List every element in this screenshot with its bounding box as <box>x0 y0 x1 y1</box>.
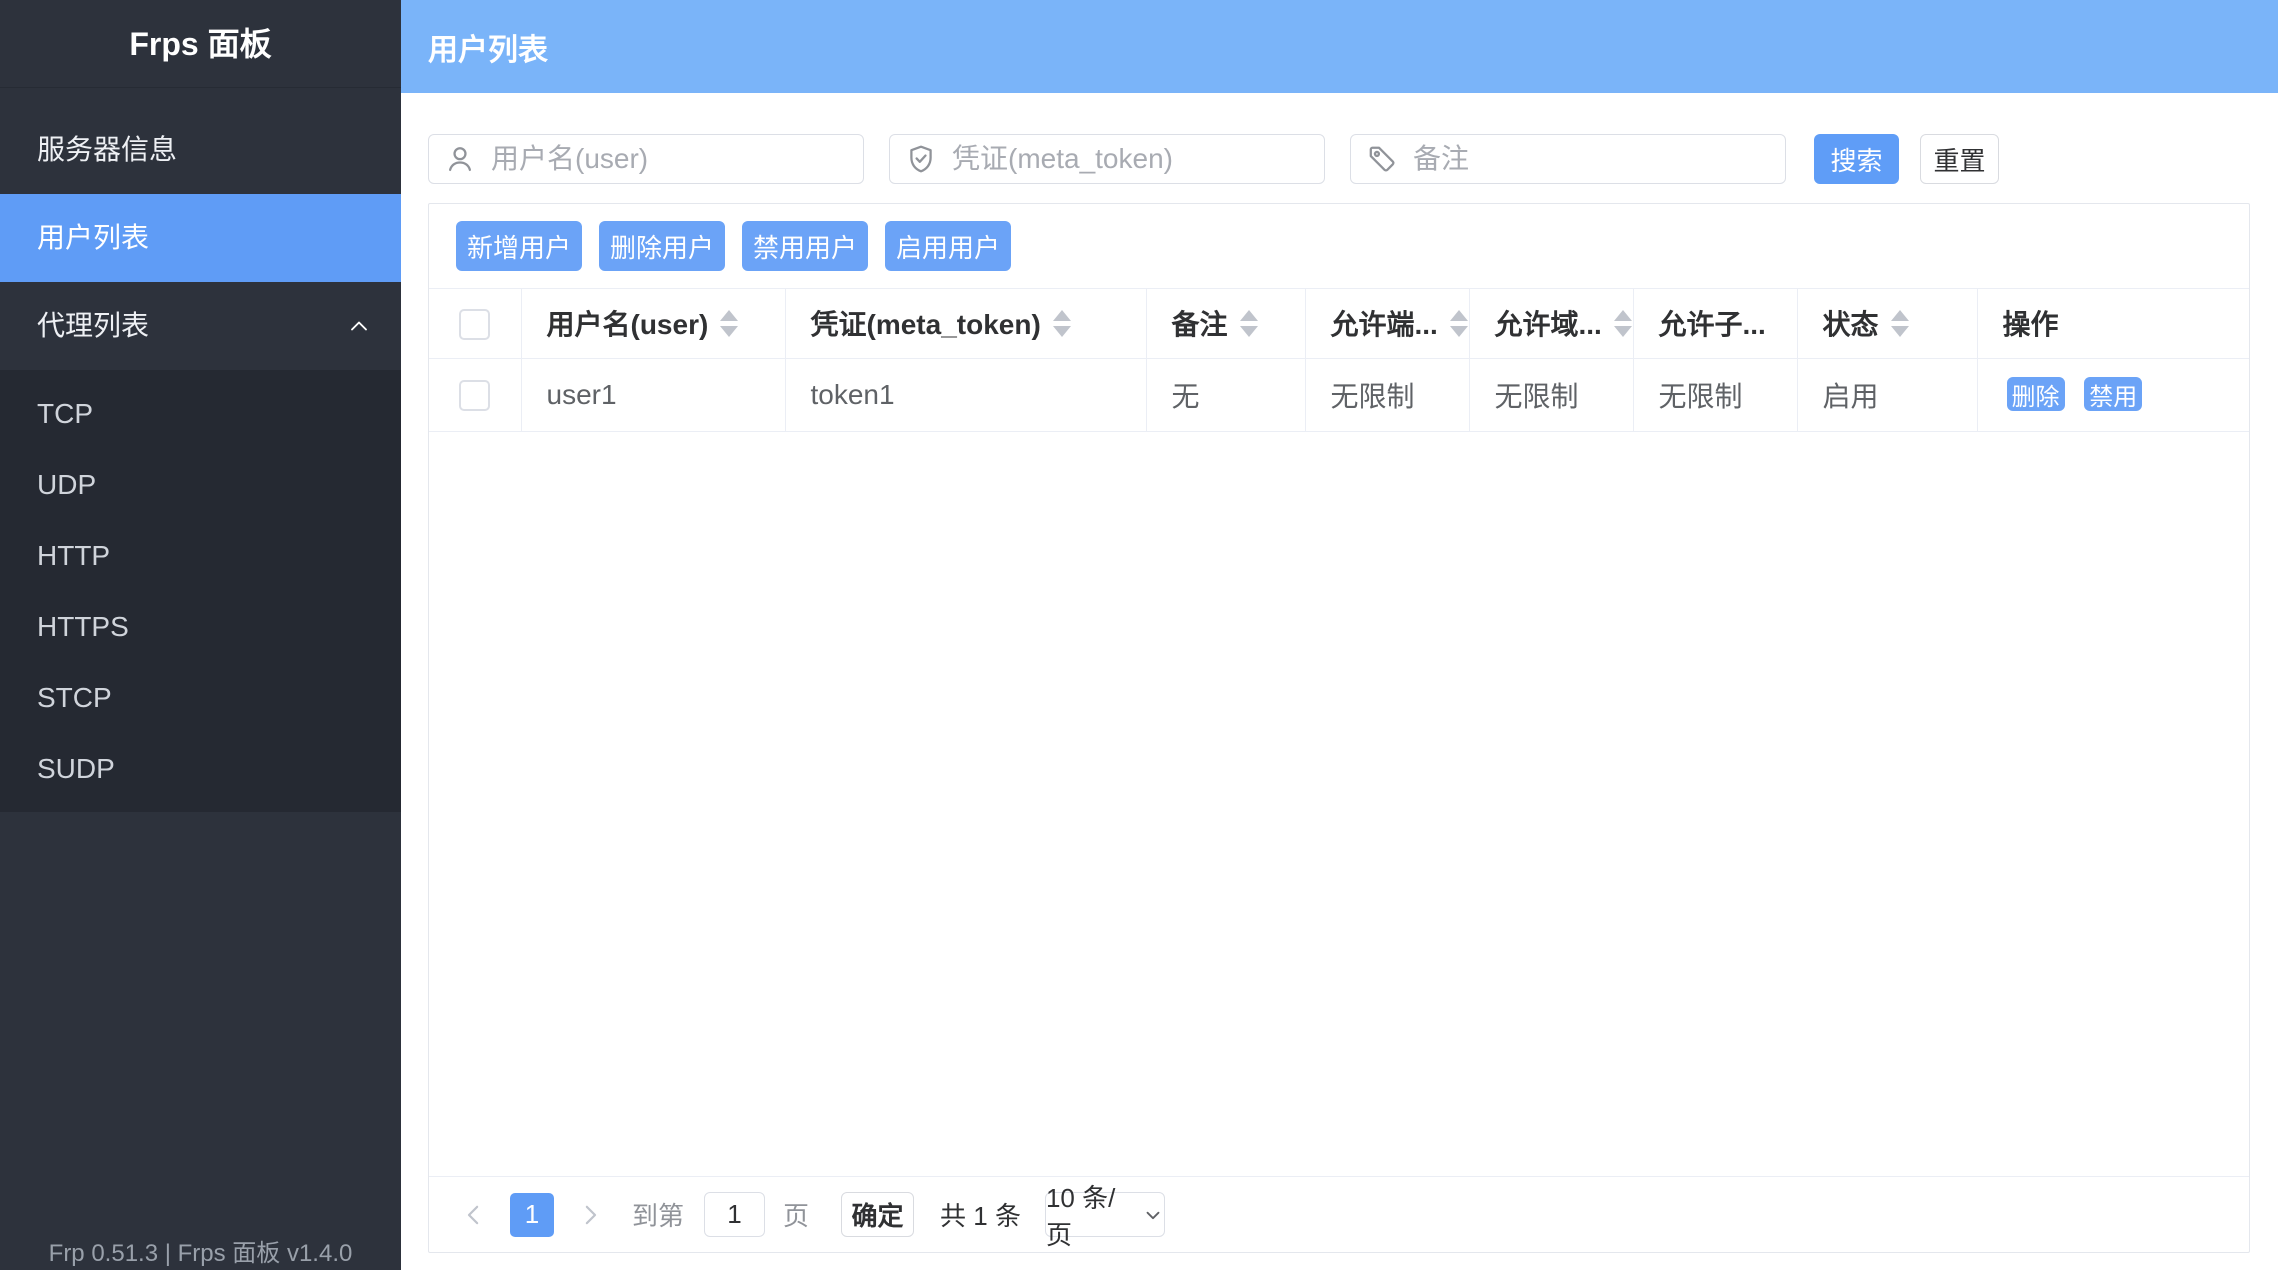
main-area: 用户列表 <box>401 0 2278 1270</box>
next-page-button[interactable] <box>572 1193 608 1237</box>
goto-page-label: 到第 <box>632 1196 684 1233</box>
row-disable-button[interactable]: 禁用 <box>2084 377 2142 411</box>
column-header-token[interactable]: 凭证(meta_token) <box>785 289 1146 358</box>
column-header-allowed-ports[interactable]: 允许端... <box>1305 289 1469 358</box>
sort-carets-icon[interactable] <box>1450 310 1468 337</box>
sort-carets-icon[interactable] <box>1614 310 1632 337</box>
sidebar-subitem-tcp[interactable]: TCP <box>0 378 401 449</box>
sort-carets-icon[interactable] <box>1891 310 1909 337</box>
sidebar-item-label: 用户列表 <box>37 222 149 253</box>
cell-token: token1 <box>785 358 1146 431</box>
app-title: Frps 面板 <box>0 0 401 88</box>
enable-user-button[interactable]: 启用用户 <box>885 221 1011 271</box>
page-title: 用户列表 <box>428 25 548 69</box>
users-table: 用户名(user) 凭证(meta_token) 备注 <box>429 289 2249 432</box>
page-1-button[interactable]: 1 <box>510 1193 554 1237</box>
page-number-input[interactable] <box>704 1192 765 1237</box>
cell-allowed-ports: 无限制 <box>1305 358 1469 431</box>
column-header-actions: 操作 <box>1977 289 2249 358</box>
sort-carets-icon[interactable] <box>720 310 738 337</box>
search-button[interactable]: 搜索 <box>1814 134 1899 184</box>
sidebar-subitem-stcp[interactable]: STCP <box>0 662 401 733</box>
sidebar-item-proxy-list[interactable]: 代理列表 <box>0 282 401 370</box>
column-header-user[interactable]: 用户名(user) <box>521 289 785 358</box>
column-header-status[interactable]: 状态 <box>1797 289 1977 358</box>
chevron-up-icon <box>345 282 373 370</box>
page-size-select[interactable]: 10 条/页 <box>1045 1192 1165 1237</box>
token-filter <box>889 134 1325 184</box>
user-icon <box>444 143 476 180</box>
select-all-checkbox[interactable] <box>459 309 490 340</box>
cell-allowed-subdomains: 无限制 <box>1633 358 1797 431</box>
user-list-card: 新增用户 删除用户 禁用用户 启用用户 用 <box>428 203 2250 1253</box>
reset-button[interactable]: 重置 <box>1920 134 1999 184</box>
sidebar-item-label: 代理列表 <box>37 310 149 341</box>
prev-page-button[interactable] <box>456 1193 492 1237</box>
cell-note: 无 <box>1146 358 1305 431</box>
sidebar-footer-version: Frp 0.51.3 | Frps 面板 v1.4.0 <box>0 1233 401 1268</box>
page-header: 用户列表 <box>401 0 2278 93</box>
confirm-page-button[interactable]: 确定 <box>841 1192 914 1237</box>
sidebar-subitem-sudp[interactable]: SUDP <box>0 733 401 804</box>
sidebar-subitem-http[interactable]: HTTP <box>0 520 401 591</box>
pagination: 1 到第 页 确定 共 1 条 10 条/页 <box>429 1177 2249 1252</box>
column-header-note[interactable]: 备注 <box>1146 289 1305 358</box>
toolbar: 新增用户 删除用户 禁用用户 启用用户 <box>429 204 2249 288</box>
row-delete-button[interactable]: 删除 <box>2007 377 2065 411</box>
cell-status: 启用 <box>1797 358 1977 431</box>
cell-actions: 删除 禁用 <box>1977 358 2249 431</box>
sidebar-item-label: 服务器信息 <box>37 134 177 165</box>
sort-carets-icon[interactable] <box>1053 310 1071 337</box>
chevron-down-icon <box>1142 1204 1164 1226</box>
sidebar-menu: 服务器信息 用户列表 代理列表 TCP UDP HTTP HTTPS STCP … <box>0 88 401 812</box>
column-header-allowed-domains[interactable]: 允许域... <box>1469 289 1633 358</box>
row-checkbox[interactable] <box>459 380 490 411</box>
cell-user: user1 <box>521 358 785 431</box>
add-user-button[interactable]: 新增用户 <box>456 221 582 271</box>
token-filter-input[interactable] <box>889 134 1325 184</box>
column-header-allowed-subdomains[interactable]: 允许子... <box>1633 289 1797 358</box>
sort-carets-icon[interactable] <box>1240 310 1258 337</box>
sidebar-subitem-udp[interactable]: UDP <box>0 449 401 520</box>
total-count-label: 共 1 条 <box>940 1196 1021 1233</box>
user-filter <box>428 134 864 184</box>
note-filter <box>1350 134 1786 184</box>
sidebar-item-server-info[interactable]: 服务器信息 <box>0 106 401 194</box>
sidebar-submenu: TCP UDP HTTP HTTPS STCP SUDP <box>0 370 401 812</box>
sidebar: Frps 面板 服务器信息 用户列表 代理列表 TCP UDP HTTP HTT… <box>0 0 401 1270</box>
users-table-zone: 用户名(user) 凭证(meta_token) 备注 <box>429 288 2249 1177</box>
tag-icon <box>1366 143 1398 180</box>
filter-bar: 搜索 重置 <box>428 134 2250 184</box>
table-header-row: 用户名(user) 凭证(meta_token) 备注 <box>429 289 2249 358</box>
sidebar-subitem-https[interactable]: HTTPS <box>0 591 401 662</box>
page-size-value: 10 条/页 <box>1046 1178 1134 1252</box>
sidebar-item-user-list[interactable]: 用户列表 <box>0 194 401 282</box>
note-filter-input[interactable] <box>1350 134 1786 184</box>
delete-user-button[interactable]: 删除用户 <box>599 221 725 271</box>
shield-check-icon <box>905 143 937 180</box>
content: 搜索 重置 新增用户 删除用户 禁用用户 启用用户 <box>401 134 2278 1253</box>
table-row: user1 token1 无 无限制 无限制 无限制 启用 删除 禁用 <box>429 358 2249 431</box>
cell-allowed-domains: 无限制 <box>1469 358 1633 431</box>
page-unit-label: 页 <box>783 1196 809 1233</box>
disable-user-button[interactable]: 禁用用户 <box>742 221 868 271</box>
user-filter-input[interactable] <box>428 134 864 184</box>
